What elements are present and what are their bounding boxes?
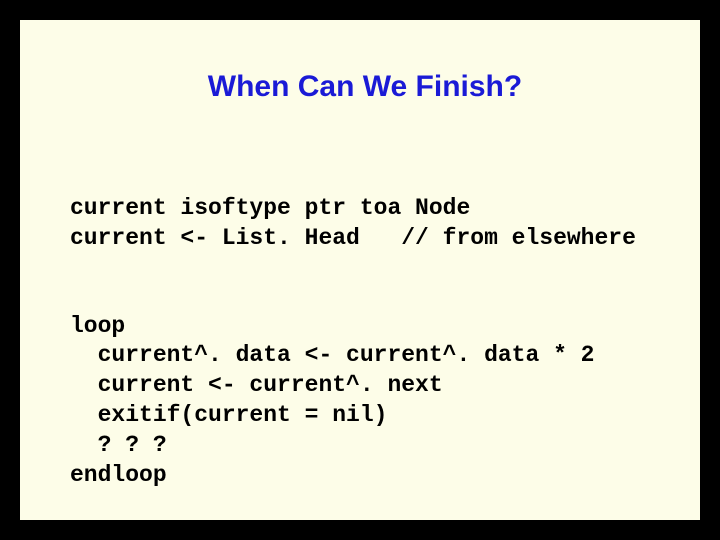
code-line-body-1: current^. data <- current^. data * 2 — [70, 342, 595, 368]
code-line-loop-close: endloop — [70, 462, 167, 488]
slide-frame: When Can We Finish? current isoftype ptr… — [0, 0, 720, 540]
slide-title: When Can We Finish? — [70, 70, 660, 104]
code-line-body-4: ? ? ? — [70, 432, 167, 458]
code-line-body-3: exitif(current = nil) — [70, 402, 387, 428]
code-line-loop-open: loop — [70, 313, 125, 339]
code-blank-line — [70, 254, 660, 282]
code-block: current isoftype ptr toa Node current <-… — [70, 164, 660, 521]
code-line-decl-1: current isoftype ptr toa Node — [70, 195, 470, 221]
code-line-body-2: current <- current^. next — [70, 372, 443, 398]
code-line-decl-2: current <- List. Head // from elsewhere — [70, 225, 636, 251]
slide-body: When Can We Finish? current isoftype ptr… — [18, 18, 702, 522]
